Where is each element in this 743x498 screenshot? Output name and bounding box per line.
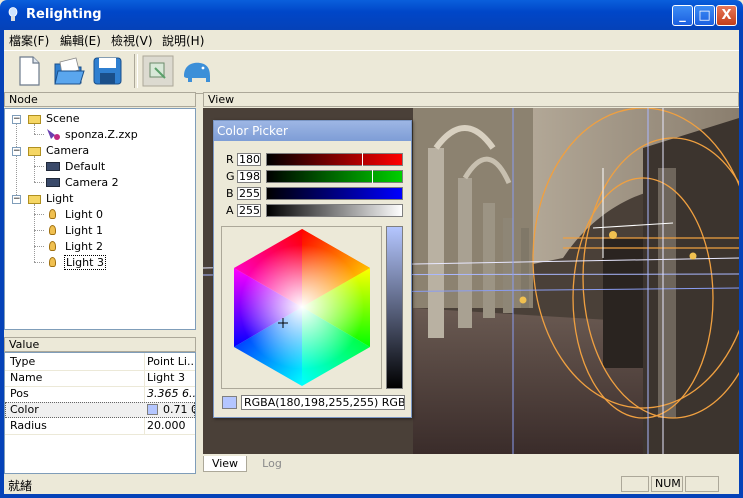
window-frame-right bbox=[739, 30, 743, 498]
tree-line bbox=[34, 214, 44, 215]
property-label: Name bbox=[10, 371, 43, 384]
tree-line bbox=[34, 230, 44, 231]
bulb-icon bbox=[49, 257, 56, 267]
property-label: Color bbox=[10, 403, 39, 416]
open-folder-icon[interactable] bbox=[52, 54, 86, 88]
render-icon[interactable] bbox=[141, 54, 175, 88]
tree-item-scene[interactable]: Scene bbox=[46, 112, 80, 125]
folder-icon bbox=[28, 115, 41, 124]
collapse-camera-button[interactable]: − bbox=[12, 147, 21, 156]
alpha-value-field[interactable]: 255 bbox=[237, 204, 261, 217]
window-title: Relighting bbox=[26, 7, 102, 22]
app-bulb-icon bbox=[8, 7, 18, 21]
tree-item-camera-default[interactable]: Default bbox=[65, 160, 105, 173]
num-lock-indicator: NUM bbox=[651, 476, 683, 492]
blue-value-field[interactable]: 255 bbox=[237, 187, 261, 200]
menu-file[interactable]: 檔案(F) bbox=[9, 32, 49, 49]
folder-icon bbox=[28, 147, 41, 156]
red-slider[interactable] bbox=[266, 153, 403, 166]
tree-line bbox=[34, 124, 35, 134]
close-button[interactable]: X bbox=[716, 5, 737, 26]
property-label: Type bbox=[10, 355, 36, 368]
red-value-field[interactable]: 180 bbox=[237, 153, 261, 166]
current-color-swatch bbox=[222, 396, 237, 409]
toolbar-separator bbox=[134, 54, 138, 88]
tree-item-light-3[interactable]: Light 3 bbox=[64, 255, 106, 270]
folder-icon bbox=[28, 195, 41, 204]
tab-view[interactable]: View bbox=[203, 456, 247, 472]
bulb-icon bbox=[49, 225, 56, 235]
tree-line bbox=[34, 134, 44, 135]
camera-icon bbox=[46, 162, 60, 171]
alpha-slider[interactable] bbox=[266, 204, 403, 217]
tree-item-light-1[interactable]: Light 1 bbox=[65, 224, 103, 237]
status-cell bbox=[685, 476, 719, 492]
channel-label: R bbox=[226, 153, 234, 166]
new-file-icon[interactable] bbox=[12, 54, 46, 88]
scene-file-icon bbox=[47, 129, 60, 140]
slider-marker[interactable] bbox=[362, 153, 363, 166]
tree-line bbox=[16, 124, 17, 199]
channel-label: B bbox=[226, 187, 234, 200]
tree-line bbox=[34, 166, 44, 167]
tree-line bbox=[34, 246, 44, 247]
tree-line bbox=[34, 156, 35, 182]
minimize-button[interactable]: _ bbox=[672, 5, 693, 26]
collapse-light-button[interactable]: − bbox=[12, 195, 21, 204]
property-label: Radius bbox=[10, 419, 47, 432]
bulb-icon bbox=[49, 209, 56, 219]
color-swatch[interactable] bbox=[147, 404, 158, 415]
property-label: Pos bbox=[10, 387, 29, 400]
status-text: 就緒 bbox=[8, 479, 33, 493]
menu-help[interactable]: 說明(H) bbox=[162, 32, 204, 49]
window-frame-bottom bbox=[0, 494, 743, 498]
property-value[interactable]: 20.000 bbox=[147, 419, 195, 432]
maximize-button[interactable]: □ bbox=[694, 5, 715, 26]
tree-item-camera[interactable]: Camera bbox=[46, 144, 89, 157]
green-value-field[interactable]: 198 bbox=[237, 170, 261, 183]
node-panel-header: Node bbox=[4, 92, 196, 107]
green-slider[interactable] bbox=[266, 170, 403, 183]
value-panel-header: Value bbox=[4, 337, 196, 352]
property-value[interactable]: Light 3 bbox=[147, 371, 195, 384]
tree-item-light-2[interactable]: Light 2 bbox=[65, 240, 103, 253]
property-value[interactable]: 0.71 0... bbox=[163, 403, 195, 416]
save-icon[interactable] bbox=[91, 54, 125, 88]
elephant-icon[interactable] bbox=[180, 54, 214, 88]
camera-icon bbox=[46, 178, 60, 187]
tree-item-scene-file[interactable]: sponza.Z.zxp bbox=[65, 128, 138, 141]
tree-line bbox=[34, 262, 44, 263]
collapse-scene-button[interactable]: − bbox=[12, 115, 21, 124]
status-cell bbox=[621, 476, 649, 492]
tree-item-light[interactable]: Light bbox=[46, 192, 73, 205]
menu-edit[interactable]: 編輯(E) bbox=[60, 32, 101, 49]
view-panel-header: View bbox=[203, 92, 739, 107]
tree-line bbox=[34, 204, 35, 262]
property-value[interactable]: 3.365 6.... bbox=[147, 387, 195, 400]
channel-label: A bbox=[226, 204, 234, 217]
brightness-slider[interactable] bbox=[386, 226, 403, 389]
bulb-icon bbox=[49, 241, 56, 251]
rgba-readout: RGBA(180,198,255,255) RGB(180,198,255) bbox=[241, 395, 405, 410]
tree-item-light-0[interactable]: Light 0 bbox=[65, 208, 103, 221]
tab-log[interactable]: Log bbox=[250, 456, 294, 472]
color-picker-title[interactable]: Color Picker bbox=[214, 121, 411, 141]
menu-view[interactable]: 檢視(V) bbox=[111, 32, 153, 49]
channel-label: G bbox=[226, 170, 235, 183]
property-value[interactable]: Point Li... bbox=[147, 355, 195, 368]
tree-line bbox=[34, 182, 44, 183]
title-bar[interactable] bbox=[0, 0, 743, 30]
tree-item-camera-2[interactable]: Camera 2 bbox=[65, 176, 119, 189]
color-hexagon[interactable] bbox=[222, 227, 381, 388]
color-hexagon-area[interactable] bbox=[221, 226, 382, 389]
slider-marker[interactable] bbox=[372, 170, 373, 183]
blue-slider[interactable] bbox=[266, 187, 403, 200]
